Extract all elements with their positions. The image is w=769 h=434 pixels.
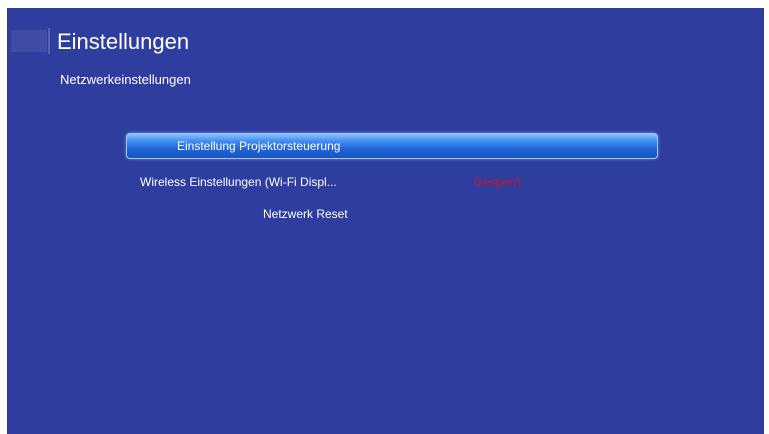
title-divider bbox=[48, 28, 50, 54]
page-title: Einstellungen bbox=[57, 29, 190, 54]
logo bbox=[11, 30, 47, 52]
section-subtitle: Netzwerkeinstellungen bbox=[60, 72, 191, 87]
menu-item-label: Wireless Einstellungen (Wi-Fi Displ... bbox=[140, 175, 337, 189]
settings-screen: Einstellungen Netzwerkeinstellungen Eins… bbox=[7, 8, 764, 434]
menu-item-network-reset[interactable]: Netzwerk Reset bbox=[263, 206, 348, 224]
locked-status: Gesperrt bbox=[474, 175, 521, 189]
menu-item-label: Einstellung Projektorsteuerung bbox=[177, 139, 341, 153]
menu-item-label: Netzwerk Reset bbox=[263, 207, 348, 221]
menu-item-projector-control[interactable]: Einstellung Projektorsteuerung bbox=[126, 133, 658, 159]
menu-item-wireless-settings[interactable]: Wireless Einstellungen (Wi-Fi Displ... G… bbox=[140, 174, 660, 192]
